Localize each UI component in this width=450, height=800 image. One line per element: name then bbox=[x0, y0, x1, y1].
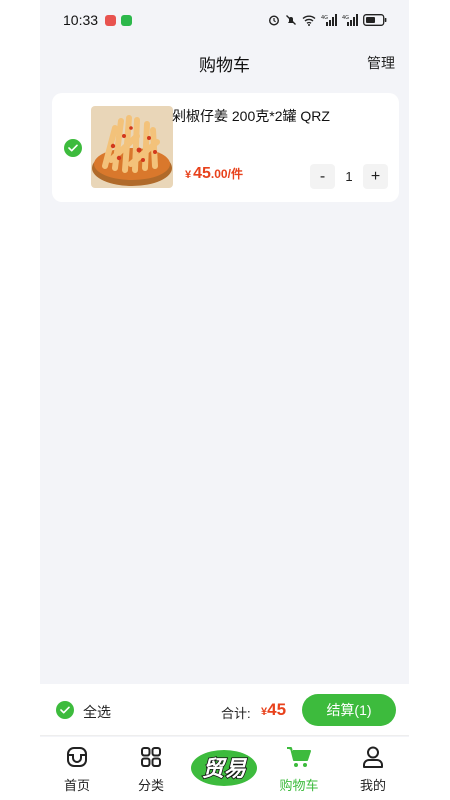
tab-profile[interactable]: 我的 bbox=[343, 737, 403, 800]
status-time: 10:33 bbox=[63, 12, 99, 28]
brand-logo-button[interactable]: 贸易 bbox=[190, 747, 258, 787]
wechat-notification-icon bbox=[121, 14, 133, 26]
pickled-ginger-image bbox=[91, 106, 173, 188]
tab-home[interactable]: 首页 bbox=[47, 737, 107, 800]
battery-icon bbox=[363, 14, 387, 26]
tab-category[interactable]: 分类 bbox=[121, 737, 181, 800]
svg-text:4G: 4G bbox=[342, 15, 349, 21]
quantity-value[interactable]: 1 bbox=[339, 169, 359, 184]
tab-home-label: 首页 bbox=[63, 778, 90, 793]
total-value: 45 bbox=[267, 700, 287, 719]
tab-category-label: 分类 bbox=[137, 778, 164, 793]
notification-app-icon bbox=[105, 14, 117, 26]
page-header: 购物车 管理 bbox=[40, 40, 409, 82]
home-icon bbox=[67, 747, 87, 767]
tab-cart-label: 购物车 bbox=[279, 778, 319, 793]
profile-icon bbox=[363, 746, 383, 768]
total-amount: ¥45 bbox=[261, 700, 286, 720]
mute-icon bbox=[286, 15, 296, 25]
checkout-bar: 全选 合计: ¥45 结算(1) bbox=[40, 684, 409, 736]
price-decimal: .00 bbox=[210, 167, 228, 181]
price-currency: ¥ bbox=[185, 169, 192, 181]
status-icons: 4G 4G bbox=[268, 14, 387, 26]
product-image[interactable] bbox=[91, 106, 173, 188]
brand-logo: 贸易 bbox=[191, 750, 257, 786]
bottom-tab-bar: 首页 分类 贸易 购物车 我的 bbox=[40, 737, 409, 800]
tab-cart[interactable]: 购物车 bbox=[269, 737, 329, 800]
quantity-decrease-button[interactable]: - bbox=[310, 164, 335, 189]
select-all-label[interactable]: 全选 bbox=[83, 702, 111, 722]
cart-icon bbox=[287, 747, 311, 767]
brand-logo-text: 贸易 bbox=[202, 757, 248, 782]
checkmark-icon bbox=[68, 144, 78, 152]
price-unit: /件 bbox=[227, 167, 243, 181]
price-integer: 45 bbox=[193, 165, 211, 182]
product-price: ¥45.00/件 bbox=[185, 165, 243, 183]
quantity-increase-button[interactable]: + bbox=[363, 164, 388, 189]
page-title: 购物车 bbox=[199, 56, 250, 75]
checkmark-icon bbox=[60, 706, 70, 714]
wifi-icon bbox=[302, 15, 316, 26]
app-screen: 10:33 4G 4G 购物车 管理 剁椒仔姜 200克*2罐 QRZ ¥ 45… bbox=[40, 0, 409, 800]
item-select-checkbox[interactable] bbox=[64, 139, 82, 157]
checkout-button[interactable]: 结算(1) bbox=[302, 694, 396, 726]
category-icon bbox=[141, 747, 161, 767]
product-name[interactable]: 剁椒仔姜 200克*2罐 QRZ bbox=[172, 106, 330, 126]
svg-text:4G: 4G bbox=[321, 15, 328, 21]
alarm-icon bbox=[268, 15, 280, 26]
total-label: 合计: bbox=[221, 706, 251, 721]
tab-profile-label: 我的 bbox=[359, 778, 386, 793]
signal-icon-1: 4G bbox=[321, 14, 337, 26]
select-all-checkbox[interactable] bbox=[56, 701, 74, 719]
signal-icon-2: 4G bbox=[342, 14, 358, 26]
status-bar: 10:33 4G 4G bbox=[40, 0, 409, 40]
manage-button[interactable]: 管理 bbox=[367, 53, 395, 73]
